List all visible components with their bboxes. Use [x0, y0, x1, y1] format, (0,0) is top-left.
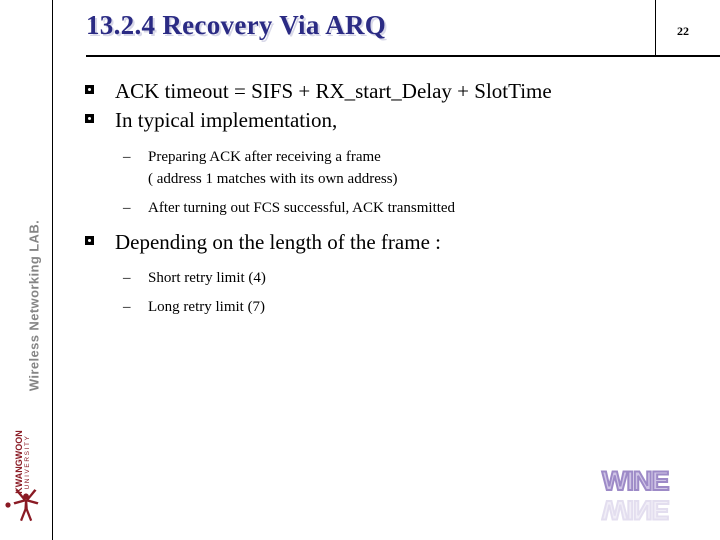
sub-bullet-item: – After turning out FCS successful, ACK … [84, 197, 664, 219]
bullet-item: ACK timeout = SIFS + RX_start_Delay + Sl… [84, 77, 664, 106]
sub-bullet-text: Preparing ACK after receiving a frame [148, 149, 381, 165]
dash-bullet-icon: – [123, 149, 131, 165]
title-underline-rule [86, 55, 720, 57]
sub-bullet-item: – Preparing ACK after receiving a frame … [84, 146, 664, 190]
bullet-text: Depending on the length of the frame : [115, 230, 441, 254]
page-number-divider [655, 0, 656, 56]
left-vertical-divider [52, 0, 53, 540]
slide-canvas: Wireless Networking LAB. KWANGWOON UNIVE… [0, 0, 720, 540]
wine-logo-text: WINE [601, 465, 670, 497]
lab-name-label: Wireless Networking LAB. [26, 219, 42, 392]
square-bullet-icon [85, 85, 94, 94]
sub-bullet-item: – Short retry limit (4) [84, 267, 664, 289]
bullet-text: In typical implementation, [115, 108, 338, 132]
wine-logo-reflection: WINE [601, 494, 670, 526]
wine-logo: WINE WINE [600, 465, 700, 526]
sub-bullet-text: Short retry limit (4) [148, 270, 266, 286]
bullet-item: Depending on the length of the frame : [84, 228, 664, 257]
sub-bullet-text: After turning out FCS successful, ACK tr… [148, 200, 456, 216]
person-figure-icon [3, 480, 49, 531]
dash-bullet-icon: – [123, 299, 131, 315]
bullet-item: In typical implementation, [84, 106, 664, 135]
bullet-text: ACK timeout = SIFS + RX_start_Delay + Sl… [115, 79, 552, 103]
dash-bullet-icon: – [123, 270, 131, 286]
page-number: 22 [677, 24, 689, 38]
square-bullet-icon [85, 236, 94, 245]
page-title: 13.2.4 Recovery Via ARQ [86, 10, 387, 40]
sub-bullet-continuation: ( address 1 matches with its own address… [148, 171, 398, 187]
slide-body: ACK timeout = SIFS + RX_start_Delay + Sl… [84, 77, 664, 318]
square-bullet-icon [85, 114, 94, 123]
sub-bullet-text: Long retry limit (7) [148, 299, 266, 315]
dash-bullet-icon: – [123, 200, 131, 216]
kwangwoon-university-logo: KWANGWOON UNIVERSITY [0, 420, 52, 535]
sub-bullet-item: – Long retry limit (7) [84, 296, 664, 318]
